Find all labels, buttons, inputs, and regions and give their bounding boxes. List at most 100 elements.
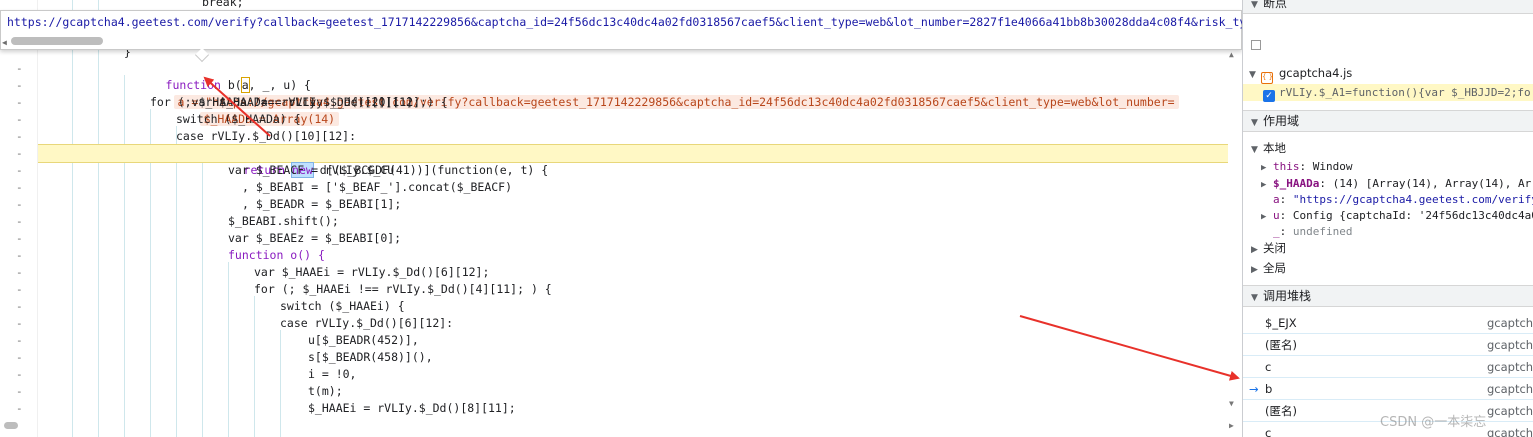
section-title: 作用域 (1263, 114, 1300, 128)
code-line[interactable]: - u[$_BEADR(452)], (0, 332, 1242, 349)
code-text: function o() { (228, 248, 325, 262)
frame-name: c (1265, 426, 1272, 437)
line-marker: - (16, 147, 23, 160)
expand-triangle-icon: ▼ (1251, 118, 1258, 128)
var-value: (14) [Array(14), Array(14), Arr (1332, 177, 1533, 190)
line-marker: - (16, 164, 23, 177)
checkbox[interactable] (1251, 40, 1261, 50)
paused-execution-line[interactable]: - return new d[($_BCGDF(41))](function(e… (16, 144, 1228, 178)
frame-name: (匿名) (1265, 404, 1297, 418)
var-value: Window (1312, 160, 1353, 173)
line-marker: - (16, 130, 23, 143)
code-line[interactable]: - case rVLIy.$_Dd()[10][12]: (0, 128, 1242, 145)
breakpoints-section-header[interactable]: ▼ 断点 (1243, 0, 1533, 14)
frame-location[interactable]: gcaptcha (1487, 312, 1533, 334)
line-marker: - (16, 198, 23, 211)
scope-var-u[interactable]: ▶ u: Config {captchaId: '24f56dc13c40dc4a… (1243, 207, 1533, 224)
code-text: case rVLIy.$_Dd()[6][12]: (280, 316, 454, 330)
var-value: undefined (1292, 225, 1353, 238)
scope-closure[interactable]: ▶ 关闭 (1243, 240, 1533, 257)
scroll-right-arrow-icon[interactable]: ▶ (1229, 421, 1234, 430)
expand-triangle-icon: ▶ (1251, 245, 1258, 255)
scope-var-this[interactable]: ▶ this: Window (1243, 158, 1533, 175)
frame-name: b (1265, 382, 1273, 396)
line-marker: - (16, 283, 23, 296)
code-line[interactable]: - for (; $_HAADa !== rVLIy.$_Dd()[2][11]… (0, 94, 1242, 111)
code-line[interactable]: - $_HAAEi = rVLIy.$_Dd()[8][11]; (0, 400, 1242, 417)
code-line[interactable]: - s[$_BEADR(458)](), (0, 349, 1242, 366)
breakpoint-item[interactable]: ✓ rVLIy.$_A1=function(){var $_HBJJD=2;fo (1243, 84, 1533, 102)
code-text: $_HAAEi = rVLIy.$_Dd()[8][11]; (308, 401, 516, 415)
code-editor[interactable]: break; } - function b(a, _, u) { a = "ht… (0, 0, 1242, 437)
var-name: this (1273, 160, 1300, 173)
csdn-watermark: CSDN @一本柒忘 (1380, 415, 1487, 430)
code-line[interactable]: - var $_BEAEz = $_BEABI[0]; (0, 230, 1242, 247)
horizontal-scrollbar-thumb[interactable] (4, 422, 18, 429)
code-line[interactable]: - function o() { (0, 247, 1242, 264)
scope-local[interactable]: ▼ 本地 (1243, 140, 1533, 157)
scope-var-a[interactable]: a: "https://gcaptcha4.geetest.com/verify (1243, 191, 1533, 208)
section-title: 断点 (1263, 0, 1288, 10)
debugger-side-panel: ▼ 断点 ▼ { } gcaptcha4.js ✓ rVLIy.$_A1=functio… (1242, 0, 1533, 437)
code-line[interactable]: - i = !0, (0, 366, 1242, 383)
code-line[interactable]: - t(m); (0, 383, 1242, 400)
code-line[interactable]: - , $_BEABI = ['$_BEAF_'].concat($_BEACF… (0, 179, 1242, 196)
scope-var-haada[interactable]: ▶ $_HAADa: (14) [Array(14), Array(14), Ar… (1243, 175, 1533, 192)
code-line[interactable]: - switch ($_HAADa) { (0, 111, 1242, 128)
code-line[interactable]: - , $_BEADR = $_BEABI[1]; (0, 196, 1242, 213)
code-text: , $_BEADR = $_BEABI[1]; (242, 197, 402, 211)
line-marker: - (16, 232, 23, 245)
section-title: 调用堆栈 (1263, 289, 1312, 303)
scope-section-header[interactable]: ▼ 作用域 (1243, 110, 1533, 132)
line-marker: - (16, 351, 23, 364)
frame-name: $_EJX (1265, 316, 1297, 330)
line-marker: - (16, 317, 23, 330)
scroll-down-arrow-icon[interactable]: ▼ (1229, 399, 1234, 408)
line-marker: - (16, 215, 23, 228)
scope-global[interactable]: ▶ 全局 (1243, 260, 1533, 277)
value-tooltip[interactable]: https://gcaptcha4.geetest.com/verify?cal… (0, 10, 1242, 63)
code-line[interactable]: - function b(a, _, u) { a = "https://gca… (0, 60, 1242, 109)
code-text: switch ($_HAADa) { (176, 112, 301, 126)
frame-location[interactable]: gcaptcha (1487, 356, 1533, 378)
line-marker: - (16, 300, 23, 313)
frame-location[interactable]: gcaptcha (1487, 378, 1533, 400)
frame-name: c (1265, 360, 1272, 374)
expand-triangle-icon: ▼ (1249, 70, 1256, 80)
pause-on-exceptions-option[interactable] (1243, 37, 1533, 54)
line-marker: - (16, 96, 23, 109)
code-line[interactable]: - switch ($_HAAEi) { (0, 298, 1242, 315)
line-marker: - (16, 249, 23, 262)
code-line[interactable]: - case rVLIy.$_Dd()[6][12]: (0, 315, 1242, 332)
frame-location[interactable]: gcaptcha (1487, 422, 1533, 437)
code-line[interactable]: - for (; $_HAAEi !== rVLIy.$_Dd()[4][11]… (0, 281, 1242, 298)
scroll-up-arrow-icon[interactable]: ▲ (1229, 50, 1234, 59)
code-line[interactable]: - var $_HAADa = rVLIy.$_Dd()[0][12]; $_H… (0, 77, 1242, 126)
callstack-section-header[interactable]: ▼ 调用堆栈 (1243, 285, 1533, 307)
code-text: for (; $_HAADa !== rVLIy.$_Dd()[2][11]; … (150, 95, 448, 109)
scope-var-underscore[interactable]: _: undefined (1243, 223, 1533, 240)
callstack-frame[interactable]: $_EJX gcaptcha (1243, 312, 1533, 334)
frame-location[interactable]: gcaptcha (1487, 334, 1533, 356)
var-name: a (1273, 193, 1280, 206)
code-text: $_BEABI.shift(); (228, 214, 339, 228)
callstack-frame[interactable]: (匿名) gcaptcha (1243, 334, 1533, 356)
code-line[interactable]: - var $_BEACF = rVLIy.$_CU (0, 162, 1242, 179)
tooltip-scrollbar-thumb[interactable] (11, 37, 103, 45)
line-marker: - (16, 266, 23, 279)
breakpoint-checkbox[interactable]: ✓ (1263, 90, 1275, 102)
callstack-frame-current[interactable]: → b gcaptcha (1243, 378, 1533, 400)
scroll-left-arrow-icon[interactable]: ◀ (2, 38, 7, 47)
frame-location[interactable]: gcaptcha (1487, 400, 1533, 422)
current-frame-arrow-icon: → (1249, 382, 1259, 396)
callstack-frame[interactable]: c gcaptcha (1243, 356, 1533, 378)
line-marker: - (16, 334, 23, 347)
code-text: , $_BEABI = ['$_BEAF_'].concat($_BEACF) (242, 180, 513, 194)
var-name: u (1273, 209, 1280, 222)
code-text: case rVLIy.$_Dd()[10][12]: (176, 129, 357, 143)
code-line[interactable]: - var $_HAAEi = rVLIy.$_Dd()[6][12]; (0, 264, 1242, 281)
code-text: for (; $_HAAEi !== rVLIy.$_Dd()[4][11]; … (254, 282, 552, 296)
breakpoint-file-row[interactable]: ▼ { } gcaptcha4.js (1243, 65, 1533, 84)
var-value: Config {captchaId: '24f56dc13c40dc4a0 (1292, 209, 1533, 222)
code-line[interactable]: - $_BEABI.shift(); (0, 213, 1242, 230)
